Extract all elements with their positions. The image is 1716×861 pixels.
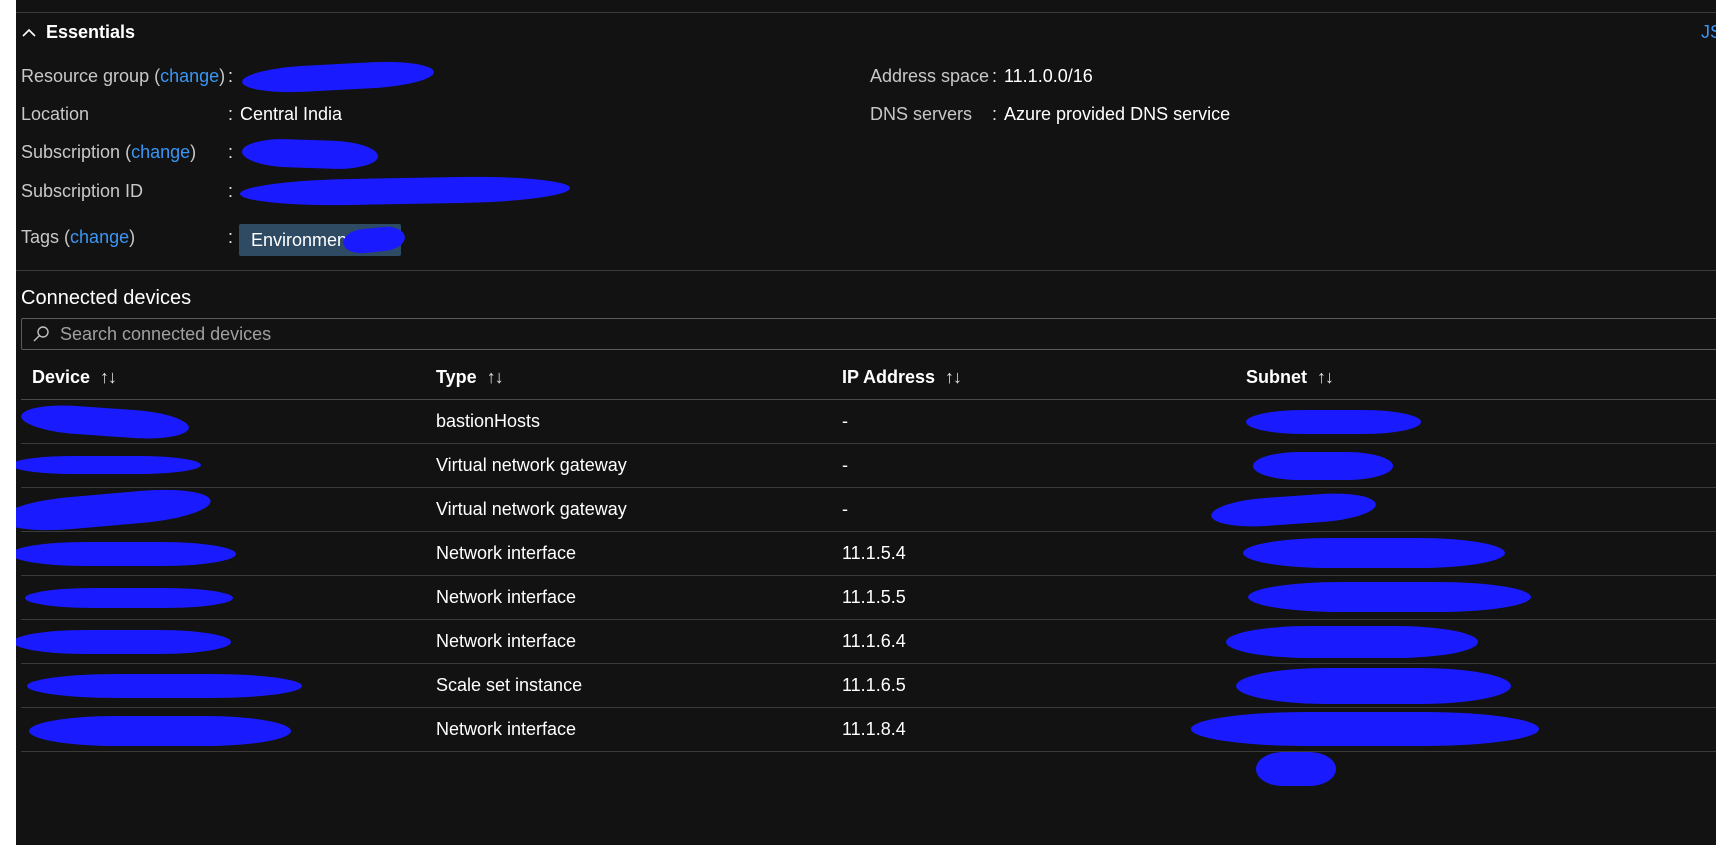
table-row: Network interface 11.1.8.4	[21, 708, 1716, 752]
resource-group-change-link[interactable]: change	[160, 66, 219, 86]
address-space-label: Address space	[870, 66, 990, 86]
redacted-subnet[interactable]	[1246, 410, 1421, 434]
sort-icon: ↑↓	[100, 367, 117, 387]
tag-chip-label: Environment	[251, 230, 353, 250]
redacted-subnet[interactable]	[1253, 452, 1393, 480]
colon: :	[228, 142, 234, 162]
connected-devices-title: Connected devices	[21, 287, 192, 309]
sort-icon: ↑↓	[486, 367, 504, 387]
colon: :	[228, 227, 234, 247]
redacted-device-name[interactable]	[25, 588, 233, 608]
table-row: Virtual network gateway -	[16, 484, 1716, 536]
essentials-panel: Essentials JS Resource group (change) : …	[16, 0, 1716, 845]
search-connected-devices[interactable]	[21, 318, 1716, 350]
device-type: Virtual network gateway	[436, 455, 627, 475]
device-type: Network interface	[436, 587, 577, 607]
table-row: bastionHosts -	[20, 400, 1716, 444]
sort-icon: ↑↓	[945, 367, 962, 387]
redacted-subscription[interactable]	[241, 137, 379, 171]
resource-group-row: Resource group (change)	[21, 66, 226, 86]
chevron-up-icon	[22, 28, 36, 37]
essentials-title: Essentials	[46, 22, 136, 42]
divider	[16, 270, 1716, 271]
redacted-device-name[interactable]	[16, 484, 212, 536]
subscription-row: Subscription (change)	[21, 142, 197, 162]
device-type: bastionHosts	[436, 411, 541, 431]
table-header: Device ↑↓ Type ↑↓ IP Address ↑↓ Subnet ↑…	[21, 355, 1716, 400]
location-value: Central India	[240, 104, 343, 124]
device-ip: 11.1.6.4	[842, 631, 906, 651]
resource-group-label: Resource group	[21, 66, 150, 86]
colon: :	[228, 66, 234, 86]
column-label: Device	[32, 367, 91, 387]
colon: :	[228, 104, 234, 124]
redacted-subnet[interactable]	[1191, 712, 1539, 746]
tags-row: Tags (change)	[21, 227, 136, 247]
table-row: Network interface 11.1.6.4	[16, 620, 1716, 664]
device-type: Network interface	[436, 719, 577, 739]
column-header-type[interactable]: Type ↑↓	[436, 355, 504, 399]
redacted-device-name[interactable]	[20, 402, 190, 442]
essentials-toggle[interactable]: Essentials	[20, 22, 135, 43]
location-label: Location	[21, 104, 90, 124]
redacted-device-name[interactable]	[16, 630, 231, 654]
device-ip: 11.1.5.5	[842, 587, 906, 607]
address-space-value: 11.1.0.0/16	[1004, 66, 1093, 86]
redacted-subnet[interactable]	[1243, 538, 1505, 568]
connected-devices-table: Device ↑↓ Type ↑↓ IP Address ↑↓ Subnet ↑…	[16, 355, 1716, 752]
search-input[interactable]	[58, 322, 1662, 346]
dns-servers-value: Azure provided DNS service	[1004, 104, 1231, 124]
column-header-ip-address[interactable]: IP Address ↑↓	[842, 355, 962, 399]
redacted-subnet[interactable]	[1210, 490, 1377, 530]
tags-label: Tags	[21, 227, 60, 247]
table-row: Scale set instance 11.1.6.5	[21, 664, 1716, 708]
divider	[16, 12, 1716, 13]
json-view-link[interactable]: JS	[1701, 22, 1716, 43]
dns-servers-label: DNS servers	[870, 104, 973, 124]
tags-change-link[interactable]: change	[70, 227, 129, 247]
redacted-device-name[interactable]	[29, 716, 291, 746]
subscription-id-label: Subscription ID	[21, 181, 144, 201]
redacted-device-name[interactable]	[16, 542, 236, 566]
sort-icon: ↑↓	[1317, 367, 1334, 387]
table-row: Network interface 11.1.5.4	[16, 532, 1716, 576]
subscription-label: Subscription	[21, 142, 121, 162]
device-type: Network interface	[436, 543, 577, 563]
redacted-subnet[interactable]	[1248, 582, 1531, 612]
redacted-device-name[interactable]	[27, 674, 302, 698]
column-label: IP Address	[842, 367, 936, 387]
table-row: Virtual network gateway -	[16, 444, 1716, 488]
subscription-change-link[interactable]: change	[131, 142, 190, 162]
device-ip: -	[842, 411, 848, 431]
device-ip: 11.1.5.4	[842, 543, 906, 563]
column-header-subnet[interactable]: Subnet ↑↓	[1246, 355, 1334, 399]
redacted-subnet[interactable]	[1236, 668, 1511, 704]
column-header-device[interactable]: Device ↑↓	[32, 355, 117, 399]
column-label: Subnet	[1246, 367, 1307, 387]
table-row: Network interface 11.1.5.5	[21, 576, 1716, 620]
search-icon	[33, 326, 49, 342]
device-ip: 11.1.6.5	[842, 675, 906, 695]
colon: :	[228, 181, 234, 201]
redaction-overflow	[1256, 752, 1336, 786]
redacted-subscription-id	[239, 175, 571, 207]
colon: :	[992, 66, 998, 86]
device-ip: 11.1.8.4	[842, 719, 906, 739]
redacted-resource-group[interactable]	[241, 58, 435, 96]
device-ip: -	[842, 455, 848, 475]
redacted-device-name[interactable]	[16, 456, 201, 474]
column-label: Type	[436, 367, 477, 387]
colon: :	[992, 104, 998, 124]
redacted-subnet[interactable]	[1226, 626, 1478, 658]
device-type: Scale set instance	[436, 675, 583, 695]
device-type: Network interface	[436, 631, 577, 651]
device-type: Virtual network gateway	[436, 499, 627, 519]
device-ip: -	[842, 499, 848, 519]
